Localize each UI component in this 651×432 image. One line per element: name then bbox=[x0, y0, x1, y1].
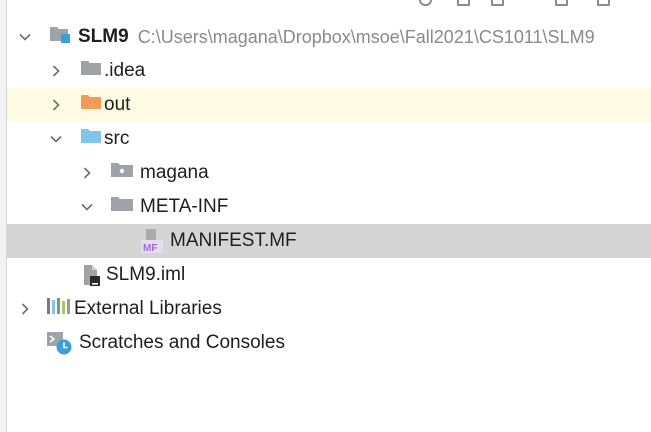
module-folder-icon bbox=[49, 24, 71, 50]
tree-row-magana[interactable]: magana bbox=[7, 156, 651, 190]
tree-row-external-libraries[interactable]: External Libraries bbox=[7, 292, 651, 326]
tree-label-magana: magana bbox=[140, 162, 209, 183]
toolbar-partial bbox=[7, 0, 651, 10]
options-icon[interactable] bbox=[491, 0, 504, 6]
minimize-icon[interactable] bbox=[597, 0, 610, 6]
chevron-right-icon[interactable] bbox=[80, 166, 94, 180]
chevron-right-icon[interactable] bbox=[49, 98, 63, 112]
tree-row-manifest[interactable]: MF MANIFEST.MF bbox=[7, 224, 651, 258]
tree-label-out: out bbox=[104, 94, 131, 115]
tree-row-src[interactable]: src bbox=[7, 122, 651, 156]
tree-row-meta-inf[interactable]: META-INF bbox=[7, 190, 651, 224]
package-icon bbox=[110, 160, 134, 186]
collapse-icon[interactable] bbox=[457, 0, 470, 6]
project-tool-window: SLM9 C:\Users\magana\Dropbox\msoe\Fall20… bbox=[0, 0, 651, 432]
tree-row-project[interactable]: SLM9 C:\Users\magana\Dropbox\msoe\Fall20… bbox=[7, 20, 651, 54]
tree-label-src: src bbox=[104, 128, 130, 149]
chevron-down-icon[interactable] bbox=[49, 132, 63, 146]
iml-file-icon bbox=[79, 262, 103, 288]
project-name: SLM9 bbox=[78, 26, 129, 47]
tree-row-out[interactable]: out bbox=[7, 88, 651, 122]
source-folder-icon bbox=[80, 126, 102, 152]
tree-row-idea[interactable]: .idea bbox=[7, 54, 651, 88]
tree-row-scratches[interactable]: Scratches and Consoles bbox=[7, 326, 651, 360]
hide-icon[interactable] bbox=[555, 0, 568, 6]
excluded-folder-icon bbox=[80, 92, 102, 118]
folder-icon bbox=[80, 58, 102, 84]
tree-label-idea: .idea bbox=[104, 60, 146, 81]
chevron-right-icon[interactable] bbox=[18, 302, 32, 316]
libraries-icon bbox=[46, 295, 72, 323]
settings-icon[interactable] bbox=[419, 0, 432, 6]
chevron-down-icon[interactable] bbox=[80, 200, 94, 214]
project-path: C:\Users\magana\Dropbox\msoe\Fall2021\CS… bbox=[137, 26, 595, 47]
tree-label-external-libraries: External Libraries bbox=[74, 298, 222, 319]
chevron-right-icon[interactable] bbox=[49, 64, 63, 78]
scratches-icon bbox=[46, 330, 74, 356]
tree-row-iml[interactable]: SLM9.iml bbox=[7, 258, 651, 292]
tree-label-iml: SLM9.iml bbox=[106, 264, 186, 285]
chevron-down-icon[interactable] bbox=[18, 30, 32, 44]
manifest-icon-text: MF bbox=[143, 243, 157, 254]
tree-label-scratches: Scratches and Consoles bbox=[79, 332, 285, 353]
tree-label-meta-inf: META-INF bbox=[140, 196, 229, 217]
tree-label-manifest: MANIFEST.MF bbox=[170, 230, 297, 251]
manifest-file-icon: MF bbox=[140, 228, 164, 254]
folder-icon bbox=[110, 194, 134, 220]
tool-window-stripe bbox=[0, 0, 7, 432]
